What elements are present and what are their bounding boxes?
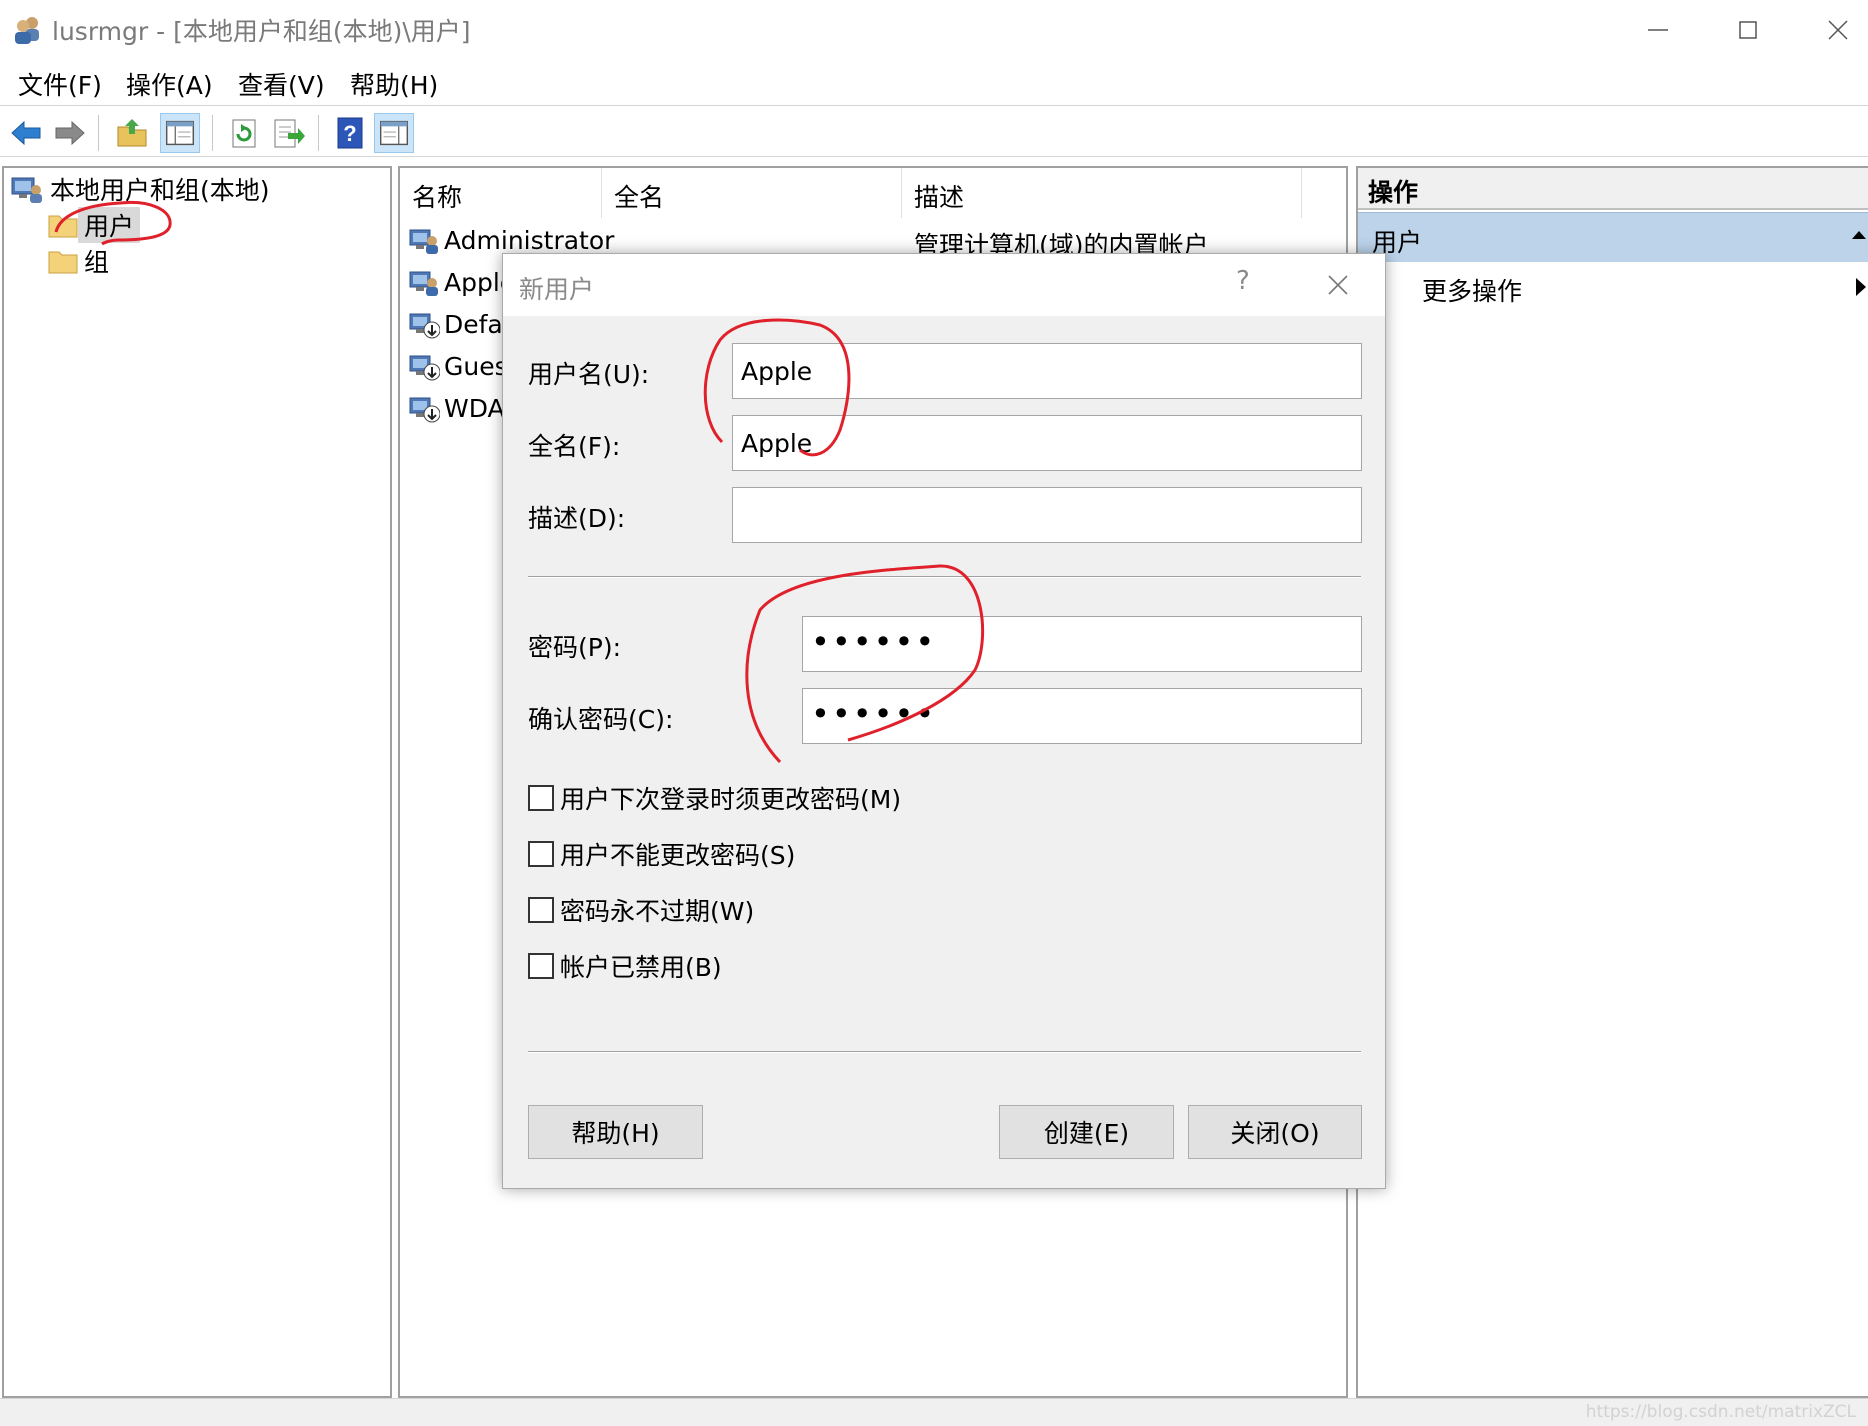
description-input[interactable] xyxy=(732,487,1362,543)
dialog-title-bar: 新用户 ? xyxy=(503,254,1385,316)
checkbox-label: 用户下次登录时须更改密码(M) xyxy=(560,785,902,814)
password-input[interactable] xyxy=(802,616,1362,672)
menu-view[interactable]: 查看(V) xyxy=(238,66,325,102)
user-account-icon xyxy=(409,271,438,296)
dialog-help-icon[interactable]: ? xyxy=(1236,266,1250,296)
show-hide-action-pane-icon[interactable] xyxy=(374,113,414,153)
list-item[interactable]: WDA xyxy=(408,388,505,428)
menu-action[interactable]: 操作(A) xyxy=(126,66,213,102)
checkbox[interactable] xyxy=(528,953,554,979)
title-bar: lusrmgr - [本地用户和组(本地)\用户] xyxy=(0,0,1868,60)
svg-text:?: ? xyxy=(343,121,356,146)
maximize-icon[interactable] xyxy=(1728,10,1768,50)
close-button[interactable]: 关闭(O) xyxy=(1188,1105,1362,1159)
column-header-description[interactable]: 描述 xyxy=(902,168,1302,218)
action-more-actions[interactable]: 更多操作 xyxy=(1422,272,1522,308)
fullname-input[interactable] xyxy=(732,415,1362,471)
username-label: 用户名(U): xyxy=(528,360,650,389)
watermark: https://blog.csdn.net/matrixZCL xyxy=(1585,1402,1856,1422)
checkbox[interactable] xyxy=(528,785,554,811)
new-user-dialog: 新用户 ? 用户名(U): 全名(F): 描述(D): 密码(P): 确认密码(… xyxy=(502,253,1386,1189)
column-header-fullname[interactable]: 全名 xyxy=(602,168,902,218)
checkbox-cannot-change-password[interactable]: 用户不能更改密码(S) xyxy=(528,836,795,872)
users-app-icon xyxy=(15,17,39,44)
window-title: lusrmgr - [本地用户和组(本地)\用户] xyxy=(52,17,471,46)
checkbox-label: 帐户已禁用(B) xyxy=(560,953,722,982)
computer-users-icon xyxy=(11,177,42,203)
toolbar-separator xyxy=(212,115,213,151)
checkbox-must-change-password[interactable]: 用户下次登录时须更改密码(M) xyxy=(528,780,901,816)
action-pane: 操作 用户 更多操作 xyxy=(1356,166,1868,1398)
user-account-icon xyxy=(409,229,438,254)
list-item-name: Gues xyxy=(444,351,508,381)
toolbar-separator xyxy=(318,115,319,151)
back-icon[interactable] xyxy=(6,113,46,153)
tree-item-label: 组 xyxy=(84,248,110,277)
dialog-separator xyxy=(528,576,1361,578)
checkbox-account-disabled[interactable]: 帐户已禁用(B) xyxy=(528,948,722,984)
forward-icon[interactable] xyxy=(50,113,90,153)
tree-item-groups[interactable]: 组 xyxy=(48,244,115,278)
menu-help[interactable]: 帮助(H) xyxy=(350,66,438,102)
dialog-close-icon[interactable] xyxy=(1323,270,1353,300)
dialog-separator xyxy=(528,1051,1361,1053)
password-label: 密码(P): xyxy=(528,633,622,662)
action-pane-header: 操作 xyxy=(1358,168,1868,210)
action-item-label: 更多操作 xyxy=(1422,277,1523,306)
help-icon[interactable]: ? xyxy=(330,113,370,153)
description-label: 描述(D): xyxy=(528,504,626,533)
list-item[interactable]: Gues xyxy=(408,346,508,386)
confirm-password-input[interactable] xyxy=(802,688,1362,744)
confirm-password-label: 确认密码(C): xyxy=(528,705,674,734)
create-button[interactable]: 创建(E) xyxy=(999,1105,1174,1159)
checkbox-password-never-expires[interactable]: 密码永不过期(W) xyxy=(528,892,754,928)
username-input[interactable] xyxy=(732,343,1362,399)
tree-item-label: 用户 xyxy=(78,207,141,243)
checkbox[interactable] xyxy=(528,841,554,867)
action-section-users[interactable]: 用户 xyxy=(1358,212,1868,262)
close-icon[interactable] xyxy=(1818,10,1858,50)
checkbox-label: 密码永不过期(W) xyxy=(560,897,755,926)
checkbox-label: 用户不能更改密码(S) xyxy=(560,841,796,870)
tree-root-label: 本地用户和组(本地) xyxy=(50,176,270,205)
disabled-user-icon xyxy=(409,355,440,381)
menu-bar: 文件(F) 操作(A) 查看(V) 帮助(H) xyxy=(0,60,1868,106)
refresh-icon[interactable] xyxy=(224,113,264,153)
disabled-user-icon xyxy=(409,313,440,339)
tree-pane: 本地用户和组(本地) 用户 组 xyxy=(2,166,392,1398)
status-bar: https://blog.csdn.net/matrixZCL xyxy=(0,1398,1868,1426)
list-item-name: WDA xyxy=(444,393,505,423)
list-item-name: Administrator xyxy=(444,225,615,255)
show-hide-tree-icon[interactable] xyxy=(160,113,200,153)
minimize-icon[interactable] xyxy=(1638,10,1678,50)
export-list-icon[interactable] xyxy=(268,113,308,153)
help-button[interactable]: 帮助(H) xyxy=(528,1105,703,1159)
toolbar: ? xyxy=(0,107,1868,157)
tree-item-users[interactable]: 用户 xyxy=(48,207,141,243)
submenu-arrow-icon[interactable] xyxy=(1854,276,1868,298)
collapse-arrow-icon[interactable] xyxy=(1850,227,1868,241)
toolbar-separator xyxy=(98,115,99,151)
disabled-user-icon xyxy=(409,397,440,423)
column-header-name[interactable]: 名称 xyxy=(400,168,602,218)
up-folder-icon[interactable] xyxy=(112,113,152,153)
folder-icon xyxy=(48,251,78,274)
dialog-title: 新用户 xyxy=(519,275,595,304)
checkbox[interactable] xyxy=(528,897,554,923)
fullname-label: 全名(F): xyxy=(528,432,621,461)
folder-icon xyxy=(48,215,78,238)
menu-file[interactable]: 文件(F) xyxy=(18,66,102,102)
list-item[interactable]: Apple xyxy=(408,262,515,302)
tree-root[interactable]: 本地用户和组(本地) xyxy=(10,172,276,206)
